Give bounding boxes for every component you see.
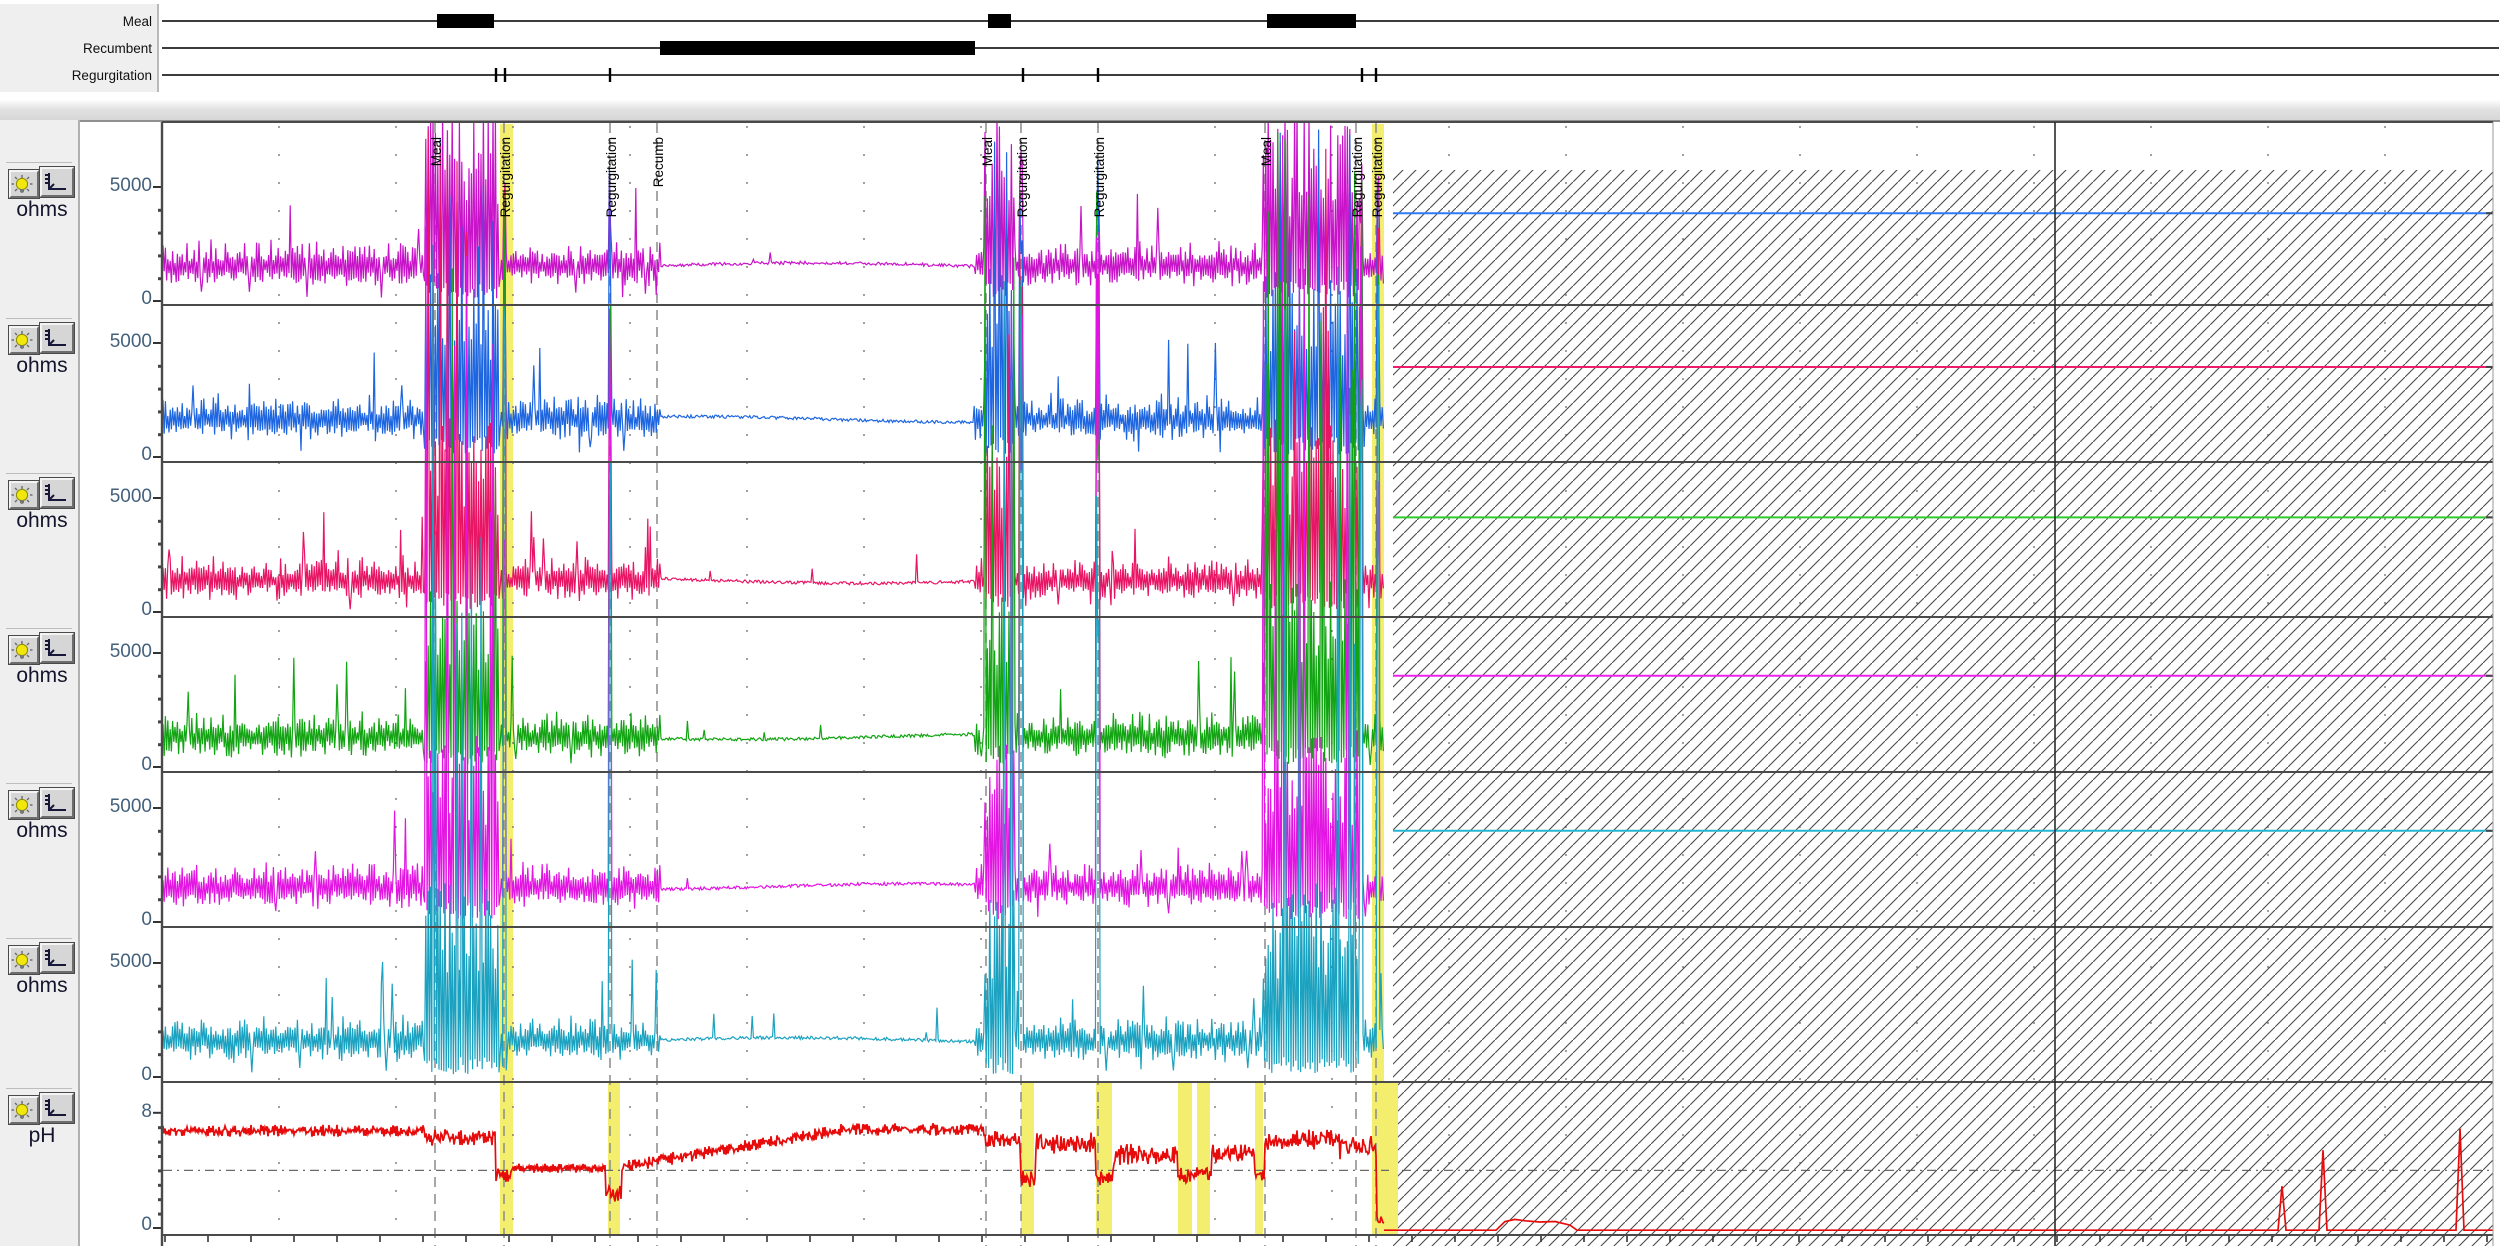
y-axis-max-label: 5000: [106, 951, 152, 973]
y-axis-max-label: 5000: [106, 486, 152, 508]
event-label: Recumb: [651, 137, 666, 187]
event-label: Regurgitation: [1350, 137, 1365, 217]
y-axis-max-label: 5000: [106, 641, 152, 663]
recording-svg: Meal Regurgitation Regurgitation Recumb Meal…: [0, 0, 2500, 1246]
impedance-5-trace: [163, 135, 1383, 919]
impedance-1-trace: [163, 108, 1383, 298]
event-label: Meal: [429, 137, 444, 166]
event-label: Regurgitation: [604, 137, 619, 217]
no-data-hatch-region: [1393, 170, 2493, 1246]
highlight-band: [1389, 1083, 1398, 1235]
y-axis-min-label: 0: [106, 288, 152, 310]
y-axis-min-label: 0: [106, 1064, 152, 1086]
y-axis-min-label: 0: [106, 444, 152, 466]
y-axis-max-label: 5000: [106, 331, 152, 353]
recording-plot-area[interactable]: 5000 0 5000 0 5000 0 5000 0 5000 0 5000 0 8 0 Meal Regu…: [0, 0, 2500, 1246]
y-axis-min-label: 0: [106, 754, 152, 776]
event-labels: Meal Regurgitation Regurgitation Recumb Meal…: [429, 137, 1385, 217]
event-label: Meal: [980, 137, 995, 166]
y-axis-max-label: 5000: [106, 796, 152, 818]
event-label: Regurgitation: [498, 137, 513, 217]
y-axis-min-label: 0: [106, 909, 152, 931]
impedance-6-trace: [163, 245, 1383, 1074]
event-label: Regurgitation: [1370, 137, 1385, 217]
event-label: Regurgitation: [1015, 137, 1030, 217]
impedance-2-trace: [163, 130, 1383, 455]
event-label: Meal: [1259, 137, 1274, 166]
event-label: Regurgitation: [1092, 137, 1107, 217]
y-axis-max-label: 5000: [106, 175, 152, 197]
signal-traces: [163, 108, 1384, 1223]
y-axis-min-label: 0: [106, 599, 152, 621]
impedance-3-trace: [163, 130, 1383, 609]
y-axis-min-label: 0: [106, 1214, 152, 1236]
y-axis-max-label: 8: [106, 1101, 152, 1123]
impedance-4-trace: [163, 133, 1383, 765]
